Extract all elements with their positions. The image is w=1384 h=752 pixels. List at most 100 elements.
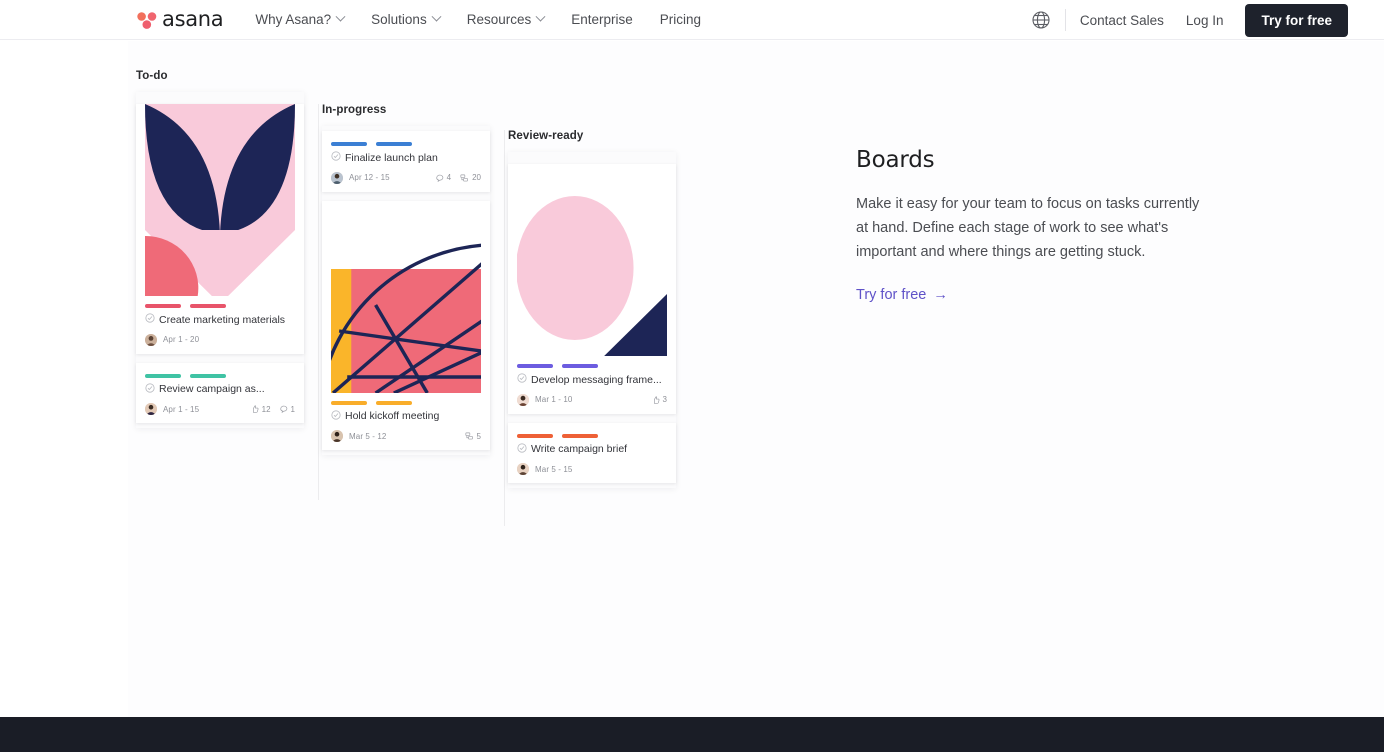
nav-label: Why Asana? <box>255 12 332 27</box>
nav-item-resources[interactable]: Resources <box>467 11 546 27</box>
card-artwork-abstract-petal <box>145 104 295 296</box>
nav-item-why-asana[interactable]: Why Asana? <box>255 11 346 27</box>
card-tag <box>145 373 181 378</box>
card-tag <box>376 400 412 405</box>
feature-heading: Boards <box>856 147 935 173</box>
card-tag <box>376 142 412 146</box>
chevron-down-icon <box>431 11 442 22</box>
meta-value: 1 <box>290 404 295 414</box>
card-tag <box>562 364 598 368</box>
meta-value: 4 <box>446 173 452 183</box>
column-card-stack: Finalize launch plan Apr 12 - 15 4 20 Ho… <box>322 126 490 456</box>
board-card[interactable]: Hold kickoff meeting Mar 5 - 12 5 <box>322 200 490 451</box>
card-title-row: Develop messaging frame... <box>517 373 667 390</box>
card-footer: Mar 5 - 15 <box>517 459 667 476</box>
card-footer: Apr 1 - 20 <box>145 330 295 346</box>
card-meta: 3 <box>652 395 667 404</box>
avatar <box>145 403 157 416</box>
site-footer <box>0 717 1384 752</box>
meta-value: 12 <box>261 404 271 414</box>
check-circle-icon[interactable] <box>145 383 155 398</box>
card-title-text: Finalize launch plan <box>345 151 438 164</box>
meta-value: 5 <box>476 431 481 441</box>
card-meta: 4 20 <box>436 173 481 182</box>
column-card-stack: Create marketing materials Apr 1 - 20 Re… <box>136 92 304 429</box>
check-circle-icon[interactable] <box>145 313 155 328</box>
card-meta-comments: 4 <box>436 173 451 182</box>
page-stage: To-do Create marketing materials Apr 1 -… <box>0 41 1384 717</box>
card-meta-subtasks: 5 <box>465 432 481 441</box>
card-title-text: Develop messaging frame... <box>531 373 662 386</box>
nav-item-pricing[interactable]: Pricing <box>660 12 701 27</box>
board-card[interactable]: Write campaign brief Mar 5 - 15 <box>508 422 676 484</box>
card-title-text: Review campaign as... <box>159 383 265 396</box>
meta-value: 3 <box>662 395 667 405</box>
column-title: In-progress <box>322 104 387 116</box>
column-title: Review-ready <box>508 130 584 142</box>
check-circle-icon[interactable] <box>517 443 527 458</box>
card-dates: Mar 5 - 12 <box>349 431 387 441</box>
card-tags <box>517 423 667 443</box>
thumbs-up-icon <box>653 395 659 404</box>
main-nav: Why Asana? Solutions Resources Enterpris… <box>255 11 728 27</box>
card-tag <box>517 433 553 438</box>
asana-logo-dots-icon <box>136 10 158 30</box>
card-tags <box>145 363 295 383</box>
subtask-icon <box>465 432 473 440</box>
board-card[interactable]: Develop messaging frame... Mar 1 - 10 3 <box>508 164 676 414</box>
card-meta-likes: 3 <box>652 395 667 404</box>
card-footer: Apr 12 - 15 4 20 <box>331 168 481 184</box>
card-meta: 12 1 <box>251 405 295 414</box>
card-dates: Apr 1 - 20 <box>163 335 200 345</box>
nav-item-solutions[interactable]: Solutions <box>371 11 442 27</box>
card-artwork-abstract-circle <box>517 164 667 356</box>
card-title-row: Write campaign brief <box>517 443 667 460</box>
feature-copy-block: Boards Make it easy for your team to foc… <box>856 147 1201 304</box>
meta-value: 20 <box>472 173 481 183</box>
try-for-free-button[interactable]: Try for free <box>1245 3 1348 37</box>
card-title-row: Finalize launch plan <box>331 151 481 168</box>
card-tag <box>190 373 226 378</box>
column-divider <box>318 104 319 500</box>
avatar <box>517 393 529 406</box>
check-circle-icon[interactable] <box>331 410 341 425</box>
avatar <box>331 430 343 443</box>
card-dates: Apr 12 - 15 <box>349 173 390 183</box>
card-tag <box>562 433 598 438</box>
board-card[interactable]: Review campaign as... Apr 1 - 15 12 1 <box>136 362 304 424</box>
board-card[interactable]: Create marketing materials Apr 1 - 20 <box>136 104 304 354</box>
feature-try-for-free-link[interactable]: Try for free → <box>856 287 948 303</box>
subtask-icon <box>460 174 468 182</box>
avatar <box>517 463 529 476</box>
board-column-to-do: To-do Create marketing materials Apr 1 -… <box>136 70 304 429</box>
column-card-stack: Develop messaging frame... Mar 1 - 10 3 <box>508 152 676 489</box>
thumbs-up-icon <box>252 405 259 413</box>
log-in-link[interactable]: Log In <box>1186 13 1224 28</box>
card-title-text: Write campaign brief <box>531 443 628 456</box>
contact-sales-link[interactable]: Contact Sales <box>1080 13 1164 28</box>
globe-icon[interactable] <box>1031 10 1051 30</box>
card-artwork-abstract-web <box>331 200 481 393</box>
board-column-review-ready: Review-ready Develop messaging frame... … <box>508 130 676 489</box>
card-footer: Apr 1 - 15 12 1 <box>145 399 295 416</box>
check-circle-icon[interactable] <box>331 151 341 166</box>
card-footer: Mar 5 - 12 5 <box>331 426 481 443</box>
card-meta-comments: 1 <box>280 405 295 414</box>
card-tag <box>517 364 553 368</box>
comment-icon <box>280 406 287 414</box>
nav-item-enterprise[interactable]: Enterprise <box>571 12 633 27</box>
check-circle-icon[interactable] <box>517 373 527 388</box>
nav-label: Enterprise <box>571 12 633 27</box>
card-tags <box>331 393 481 410</box>
header-actions: Contact Sales Log In Try for free <box>1031 0 1384 40</box>
feature-body: Make it easy for your team to focus on t… <box>856 196 1200 260</box>
card-dates: Apr 1 - 15 <box>163 404 200 414</box>
card-footer: Mar 1 - 10 3 <box>517 390 667 406</box>
card-title-text: Hold kickoff meeting <box>345 410 440 423</box>
board-card[interactable]: Finalize launch plan Apr 12 - 15 4 20 <box>322 131 490 192</box>
card-title-row: Review campaign as... <box>145 383 295 400</box>
comment-icon <box>436 174 443 182</box>
card-dates: Mar 1 - 10 <box>535 395 573 405</box>
asana-logo[interactable]: asana <box>136 0 224 40</box>
card-dates: Mar 5 - 15 <box>535 464 573 474</box>
